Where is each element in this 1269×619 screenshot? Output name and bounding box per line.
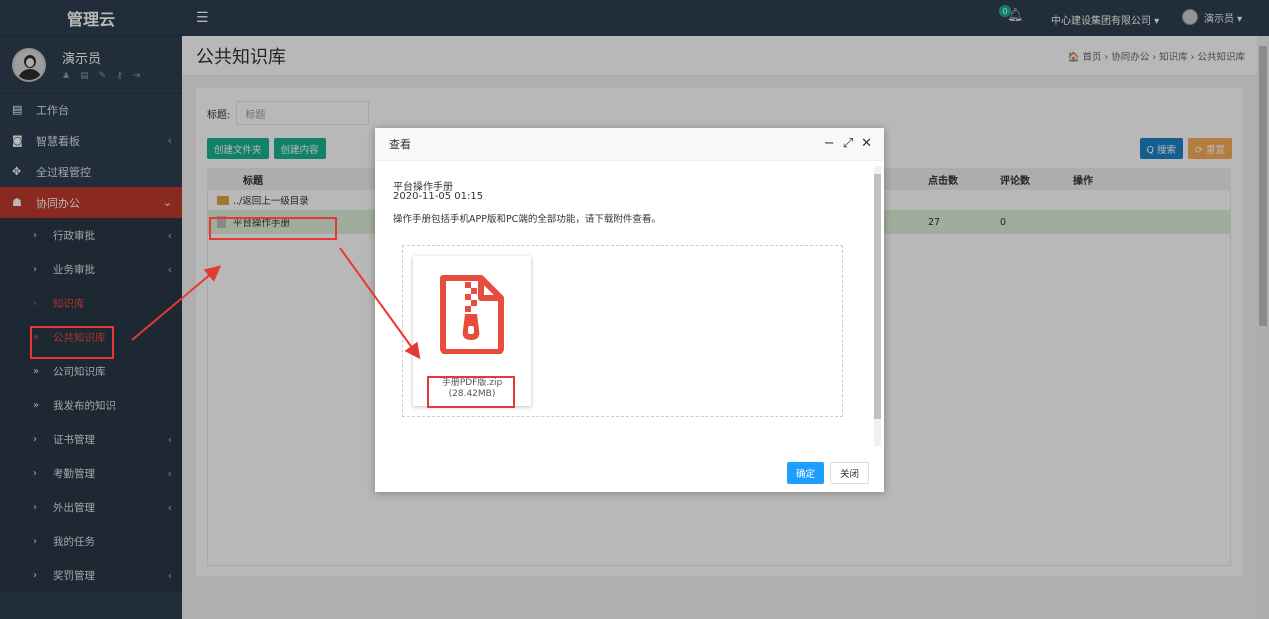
ok-button[interactable]: 确定 bbox=[786, 462, 824, 484]
view-dialog: 查看 − ⤢ ✕ 平台操作手册 2020-11-05 01:15 操作手册包括手… bbox=[375, 128, 884, 492]
dialog-footer: 确定 关闭 bbox=[786, 462, 869, 484]
annotation-box-sidebar bbox=[30, 326, 114, 359]
maximize-icon[interactable]: ⤢ bbox=[843, 136, 853, 151]
dialog-header: 查看 − ⤢ ✕ bbox=[375, 128, 884, 161]
annotation-box-attachment bbox=[427, 376, 515, 408]
dialog-title: 查看 bbox=[389, 138, 411, 151]
document-date: 2020-11-05 01:15 bbox=[393, 191, 484, 202]
close-icon[interactable]: ✕ bbox=[861, 136, 872, 151]
minimize-icon[interactable]: − bbox=[824, 136, 835, 151]
annotation-box-row bbox=[209, 217, 337, 240]
zip-file-icon bbox=[440, 275, 504, 354]
dialog-scrollbar[interactable] bbox=[874, 166, 881, 446]
close-button[interactable]: 关闭 bbox=[829, 462, 869, 484]
document-description: 操作手册包括手机APP版和PC端的全部功能，请下载附件查看。 bbox=[393, 214, 661, 225]
